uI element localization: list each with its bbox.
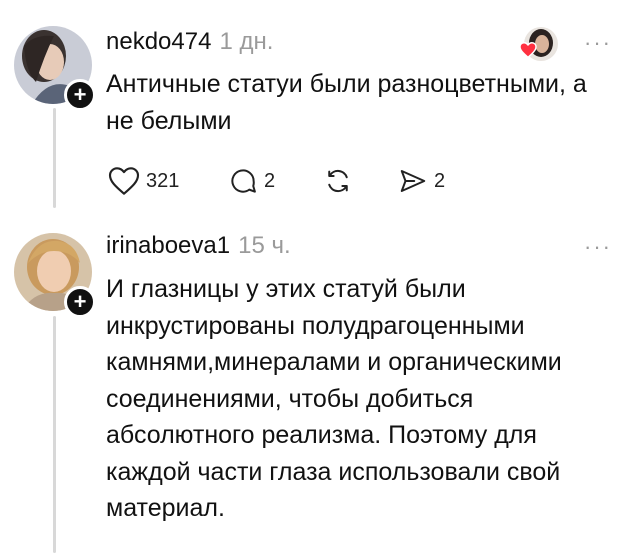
comment-icon [228,166,258,196]
like-button[interactable]: 321 [108,166,179,196]
share-button[interactable]: 2 [398,166,445,196]
thread-line [53,108,56,208]
repost-button[interactable] [323,166,353,196]
post-username[interactable]: nekdo474 1 дн. [106,28,273,56]
follow-button[interactable]: + [64,286,96,318]
post-text: И глазницы у этих статуй были инкрустиро… [106,275,562,522]
more-options-button[interactable]: ··· [584,234,612,260]
thread-line [53,316,56,553]
like-count: 321 [146,169,180,192]
post-time: 1 дн. [219,28,274,55]
username-text[interactable]: nekdo474 [106,28,211,55]
send-icon [398,166,428,196]
post-time: 15 ч. [238,232,291,259]
reply-button[interactable]: 2 [228,166,275,196]
username-text[interactable]: irinaboeva1 [106,232,230,259]
more-options-button[interactable]: ··· [584,30,612,56]
repost-icon [323,166,353,196]
follow-button[interactable]: + [64,79,96,111]
reply-count: 2 [264,169,276,192]
heart-outline-icon [108,166,140,196]
post-username[interactable]: irinaboeva1 15 ч. [106,232,291,260]
share-count: 2 [434,169,446,192]
post-text: Античные статуи были разноцветными, а не… [106,70,587,135]
heart-icon [519,41,537,63]
